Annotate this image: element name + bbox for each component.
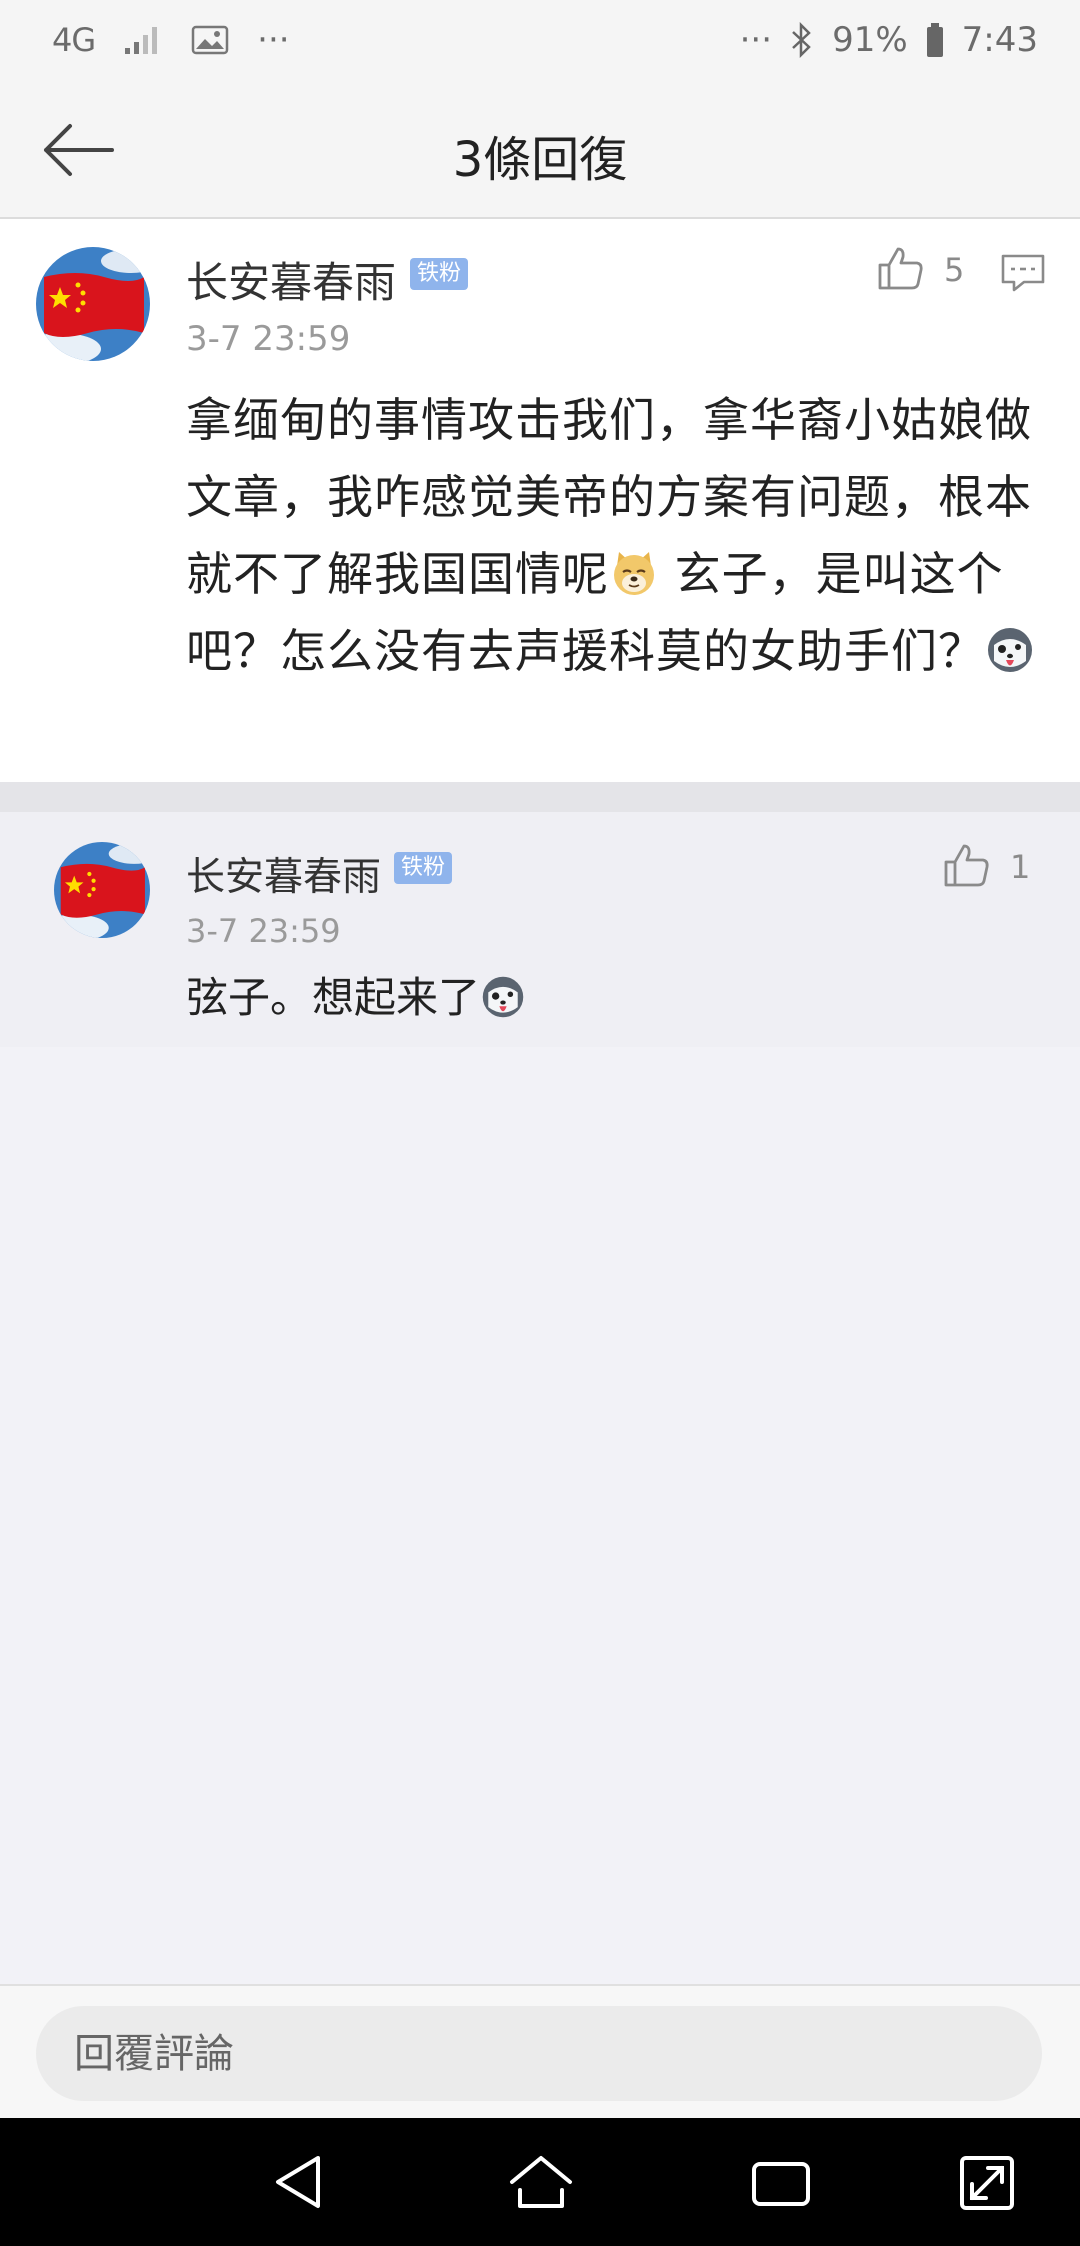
reply-text: 弦子。想起来了 bbox=[186, 964, 526, 1025]
gallery-icon bbox=[191, 25, 229, 55]
more-notifications: ··· bbox=[257, 20, 290, 60]
like-button[interactable]: 1 bbox=[942, 842, 1030, 892]
network-type: 4G bbox=[52, 21, 96, 59]
like-count: 1 bbox=[1010, 848, 1031, 886]
nav-home-icon bbox=[506, 2150, 576, 2214]
reply-text-content: 弦子。想起来了 bbox=[186, 973, 481, 1022]
like-count: 5 bbox=[944, 251, 965, 289]
china-flag-avatar-image bbox=[36, 247, 150, 361]
reply-comment-input[interactable] bbox=[36, 2006, 1042, 2101]
reply-button[interactable] bbox=[1000, 253, 1046, 297]
thumbs-up-icon bbox=[876, 245, 924, 295]
nav-home-button[interactable] bbox=[506, 2150, 576, 2214]
battery-icon bbox=[926, 22, 944, 58]
expand-icon bbox=[952, 2150, 1022, 2214]
fan-badge: 铁粉 bbox=[394, 852, 453, 884]
nav-recents-button[interactable] bbox=[746, 2150, 816, 2214]
china-flag-avatar-image bbox=[54, 842, 150, 938]
username[interactable]: 长安暮春雨 bbox=[186, 846, 381, 902]
more-status: ··· bbox=[739, 20, 773, 60]
reply-input-bar bbox=[0, 1984, 1080, 2120]
timestamp: 3-7 23:59 bbox=[186, 912, 341, 950]
husky-tongue-emoji-icon bbox=[985, 625, 1035, 675]
comment-text: 拿缅甸的事情攻击我们，拿华裔小姑娘做文章，我咋感觉美帝的方案有问题，根本就不了解… bbox=[186, 382, 1036, 690]
avatar[interactable] bbox=[54, 842, 150, 938]
avatar[interactable] bbox=[36, 247, 150, 361]
nav-recents-icon bbox=[746, 2150, 816, 2214]
comment-bubble-icon bbox=[1000, 254, 1046, 297]
fan-badge: 铁粉 bbox=[410, 258, 469, 290]
like-button[interactable]: 5 bbox=[876, 245, 964, 295]
nav-fullscreen-button[interactable] bbox=[952, 2150, 1022, 2214]
signal-icon bbox=[123, 24, 163, 56]
username[interactable]: 长安暮春雨 bbox=[186, 249, 396, 310]
top-bar: 3條回復 bbox=[0, 90, 1080, 219]
nav-back-icon bbox=[266, 2150, 336, 2214]
main-comment: 长安暮春雨 铁粉 3-7 23:59 5 拿缅甸的事情攻击我们，拿华裔小姑娘做文… bbox=[0, 219, 1080, 782]
section-divider bbox=[0, 782, 1080, 812]
battery-percent: 91% bbox=[832, 20, 908, 60]
reply-item: 长安暮春雨 铁粉 3-7 23:59 1 弦子。想起来了 bbox=[0, 812, 1080, 1047]
doge-emoji-icon bbox=[609, 548, 659, 598]
status-bar: 4G ··· ··· 91% 7:43 bbox=[0, 0, 1080, 90]
clock: 7:43 bbox=[961, 20, 1038, 60]
husky-tongue-emoji-icon bbox=[480, 974, 526, 1020]
bluetooth-icon bbox=[790, 22, 814, 58]
page-title: 3條回復 bbox=[452, 132, 628, 188]
timestamp: 3-7 23:59 bbox=[186, 319, 351, 359]
thumbs-up-icon bbox=[942, 842, 990, 892]
system-navigation-bar bbox=[0, 2118, 1080, 2246]
nav-back-button[interactable] bbox=[266, 2150, 336, 2214]
